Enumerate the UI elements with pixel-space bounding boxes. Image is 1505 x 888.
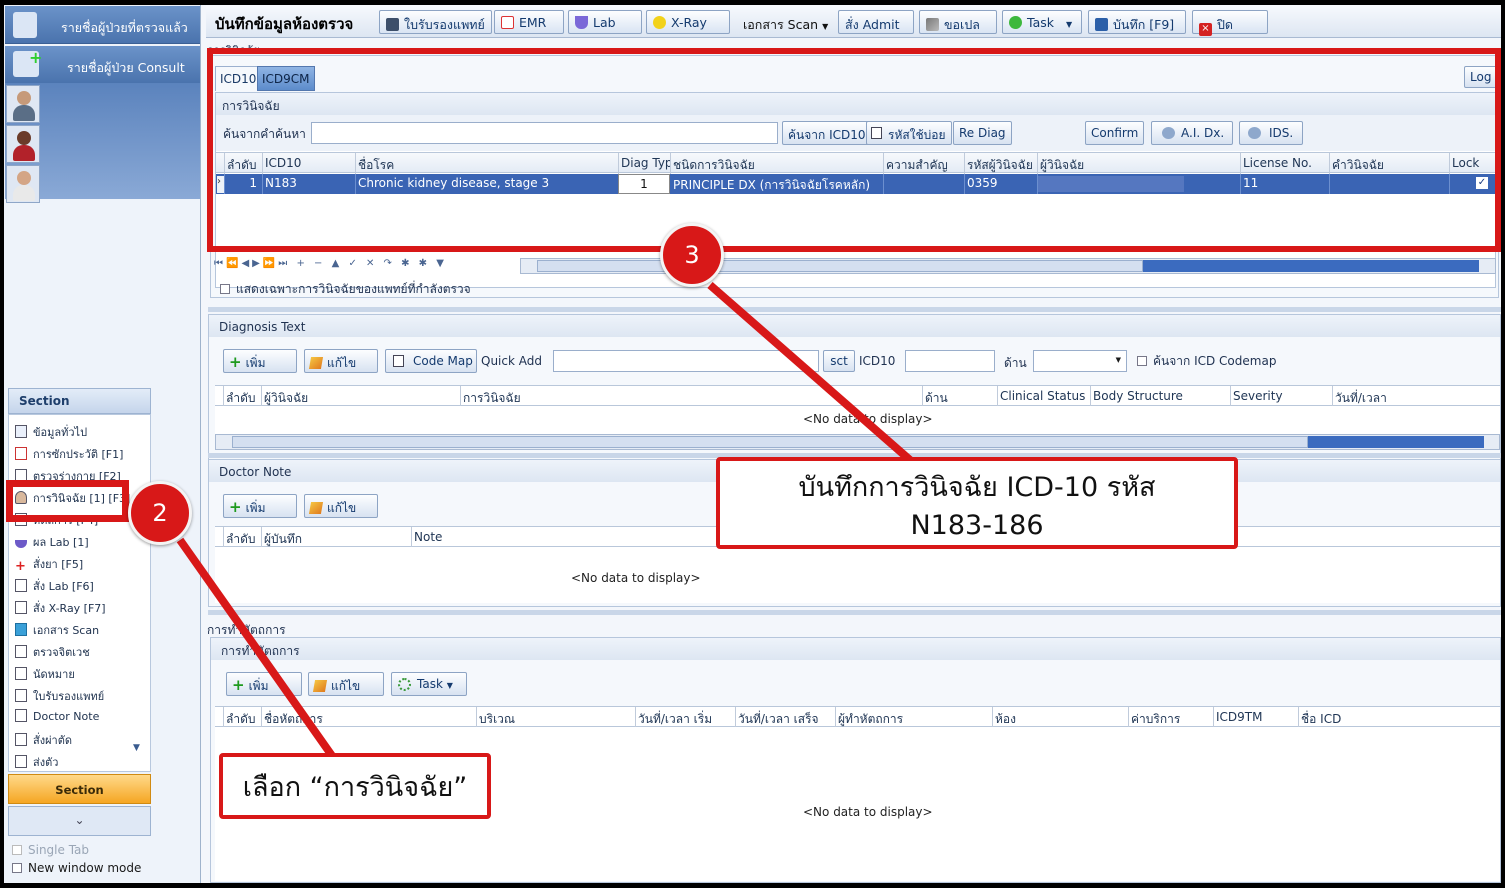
step-2-badge: 2 — [128, 481, 192, 545]
step-3-callout: บันทึกการวินิจฉัย ICD-10 รหัส N183-186 — [716, 457, 1238, 549]
step-2-callout: เลือก “การวินิจฉัย” — [219, 753, 491, 819]
annotation-line-3 — [707, 281, 913, 464]
step-2-text: เลือก “การวินิจฉัย” — [242, 772, 468, 803]
annotation-line-2 — [176, 537, 339, 763]
step-3-badge: 3 — [660, 223, 724, 287]
step-3-line-1: บันทึกการวินิจฉัย ICD-10 รหัส — [798, 472, 1156, 503]
step-3-line-2: N183-186 — [910, 510, 1044, 541]
